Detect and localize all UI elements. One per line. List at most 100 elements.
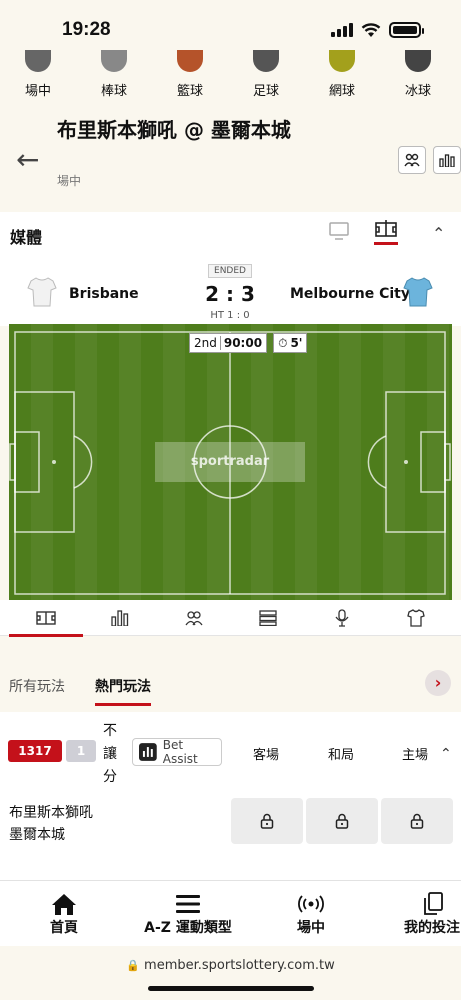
nav-live[interactable]: 場中 <box>291 891 331 937</box>
url-text[interactable]: 🔒 member.sportslottery.com.tw <box>0 958 461 973</box>
tab-lineups[interactable] <box>157 600 231 636</box>
scoreboard: ENDED Brisbane 2 : 3 HT 1 : 0 Melbourne … <box>0 256 461 326</box>
odds-button-draw[interactable] <box>306 798 378 844</box>
tennis-icon <box>329 50 355 72</box>
battery-icon <box>389 22 424 38</box>
stats-button[interactable] <box>433 146 461 174</box>
bottom-navigation: 首頁 A-Z 運動類型 場中 我的投注 <box>0 880 461 946</box>
odds-button-away[interactable] <box>231 798 303 844</box>
match-period: 2nd <box>194 336 217 350</box>
page-subtitle: 場中 <box>57 174 82 188</box>
nav-home-label: 首頁 <box>50 920 78 936</box>
sport-tab-tennis[interactable]: 網球 <box>304 50 380 102</box>
bar-chart-icon <box>111 610 129 626</box>
page-title: 布里斯本獅吼 @ 墨爾本城 <box>57 118 291 142</box>
baseball-icon <box>101 50 127 72</box>
sport-tab-label: 籃球 <box>176 84 203 99</box>
sport-tab-label: 網球 <box>328 84 355 99</box>
odds-button-home[interactable] <box>381 798 453 844</box>
home-indicator <box>148 986 314 991</box>
sport-tab-label: 場中 <box>24 84 51 99</box>
soccer-icon <box>253 50 279 72</box>
market-count-badge[interactable]: 1317 <box>8 740 62 762</box>
sport-tab-label: 棒球 <box>100 84 127 99</box>
nav-my-bets[interactable]: 我的投注 <box>404 891 461 937</box>
bar-chart-icon <box>139 743 157 761</box>
match-header: ← 布里斯本獅吼 @ 墨爾本城 場中 <box>0 104 461 212</box>
tab-commentary[interactable] <box>305 600 379 636</box>
signal-icon <box>331 23 353 37</box>
market-type-label: 不讓分 <box>103 723 117 785</box>
sport-tab-label: 足球 <box>252 84 279 99</box>
nav-home[interactable]: 首頁 <box>44 891 84 937</box>
tv-icon[interactable] <box>329 222 349 240</box>
sport-tab-basketball[interactable]: 籃球 <box>152 50 228 102</box>
home-team-name: Brisbane <box>69 286 139 302</box>
collapse-chevron-icon[interactable]: ⌃ <box>440 746 452 762</box>
nav-live-label: 場中 <box>297 920 325 936</box>
bar-chart-icon <box>439 154 455 167</box>
match-tracker-pitch: 2nd 90:00 ⏱ 5' sportradar <box>9 324 452 600</box>
added-time: 5' <box>290 336 303 350</box>
secondary-count-badge[interactable]: 1 <box>66 740 96 762</box>
sport-tab-live[interactable]: 場中 <box>0 50 76 102</box>
people-icon <box>404 153 420 167</box>
status-bar: 19:28 <box>0 0 461 62</box>
list-icon <box>259 610 277 626</box>
collapse-chevron-icon[interactable]: ⌃ <box>432 224 445 243</box>
live-icon <box>25 50 51 72</box>
stopwatch-icon: ⏱ <box>278 335 288 350</box>
tab-timeline[interactable] <box>231 600 305 636</box>
chevron-right-icon[interactable]: › <box>425 670 451 696</box>
market-tabs: 所有玩法 熱門玩法 › <box>0 660 461 708</box>
tab-statistics[interactable] <box>83 600 157 636</box>
match-time: 90:00 <box>223 336 263 350</box>
wifi-icon <box>361 22 381 37</box>
away-team-name: Melbourne City <box>290 286 410 302</box>
lock-icon <box>410 813 424 829</box>
sports-tabs: 場中 棒球 籃球 足球 網球 冰球 <box>0 50 461 102</box>
team-row-away: 墨爾本城 <box>9 827 65 843</box>
column-header-draw: 和局 <box>327 748 354 763</box>
tab-pitch-view[interactable] <box>9 600 83 637</box>
halftime-score: HT 1 : 0 <box>210 310 250 321</box>
shirt-icon <box>407 609 425 627</box>
match-score: 2 : 3 <box>205 282 255 306</box>
lock-icon <box>335 813 349 829</box>
tab-all-markets[interactable]: 所有玩法 <box>9 676 65 696</box>
bets-icon <box>424 892 443 915</box>
away-jersey-icon <box>403 277 433 307</box>
media-title: 媒體 <box>10 228 43 247</box>
sport-tab-soccer[interactable]: 足球 <box>228 50 304 102</box>
tab-popular-markets[interactable]: 熱門玩法 <box>95 676 151 706</box>
lock-icon: 🔒 <box>126 959 140 972</box>
status-time: 19:28 <box>62 19 111 40</box>
bet-assist-label: Bet Assist <box>162 738 198 766</box>
match-teams: 布里斯本獅吼 墨爾本城 <box>9 802 93 846</box>
basketball-icon <box>177 50 203 72</box>
sport-tab-baseball[interactable]: 棒球 <box>76 50 152 102</box>
odds-table: 1317 1 不讓分 Bet Assist 客場 和局 主場 ⌃ 布里斯本獅吼 … <box>0 712 461 880</box>
hockey-icon <box>405 50 431 72</box>
lock-icon <box>260 813 274 829</box>
browser-url-bar: 🔒 member.sportslottery.com.tw <box>0 946 461 1000</box>
home-jersey-icon <box>27 277 57 307</box>
back-arrow-icon[interactable]: ← <box>16 146 39 174</box>
match-tracker-tab[interactable] <box>374 220 398 245</box>
team-row-home: 布里斯本獅吼 <box>9 805 93 821</box>
people-icon <box>185 611 203 626</box>
sport-tab-hockey[interactable]: 冰球 <box>380 50 456 102</box>
match-status-badge: ENDED <box>208 264 252 278</box>
column-header-away: 客場 <box>252 748 279 763</box>
home-icon <box>52 894 76 915</box>
bet-assist-button[interactable]: Bet Assist <box>132 738 222 766</box>
live-broadcast-icon <box>298 895 324 913</box>
url-label: member.sportslottery.com.tw <box>144 958 335 973</box>
sport-tab-label: 冰球 <box>404 84 431 99</box>
lineup-button[interactable] <box>398 146 426 174</box>
nav-az-sports[interactable]: A-Z 運動類型 <box>138 891 238 937</box>
nav-az-sports-label: A-Z 運動類型 <box>144 920 232 936</box>
nav-my-bets-label: 我的投注 <box>404 920 460 936</box>
tracker-view-tabs <box>0 600 461 637</box>
tab-kits[interactable] <box>379 600 453 636</box>
